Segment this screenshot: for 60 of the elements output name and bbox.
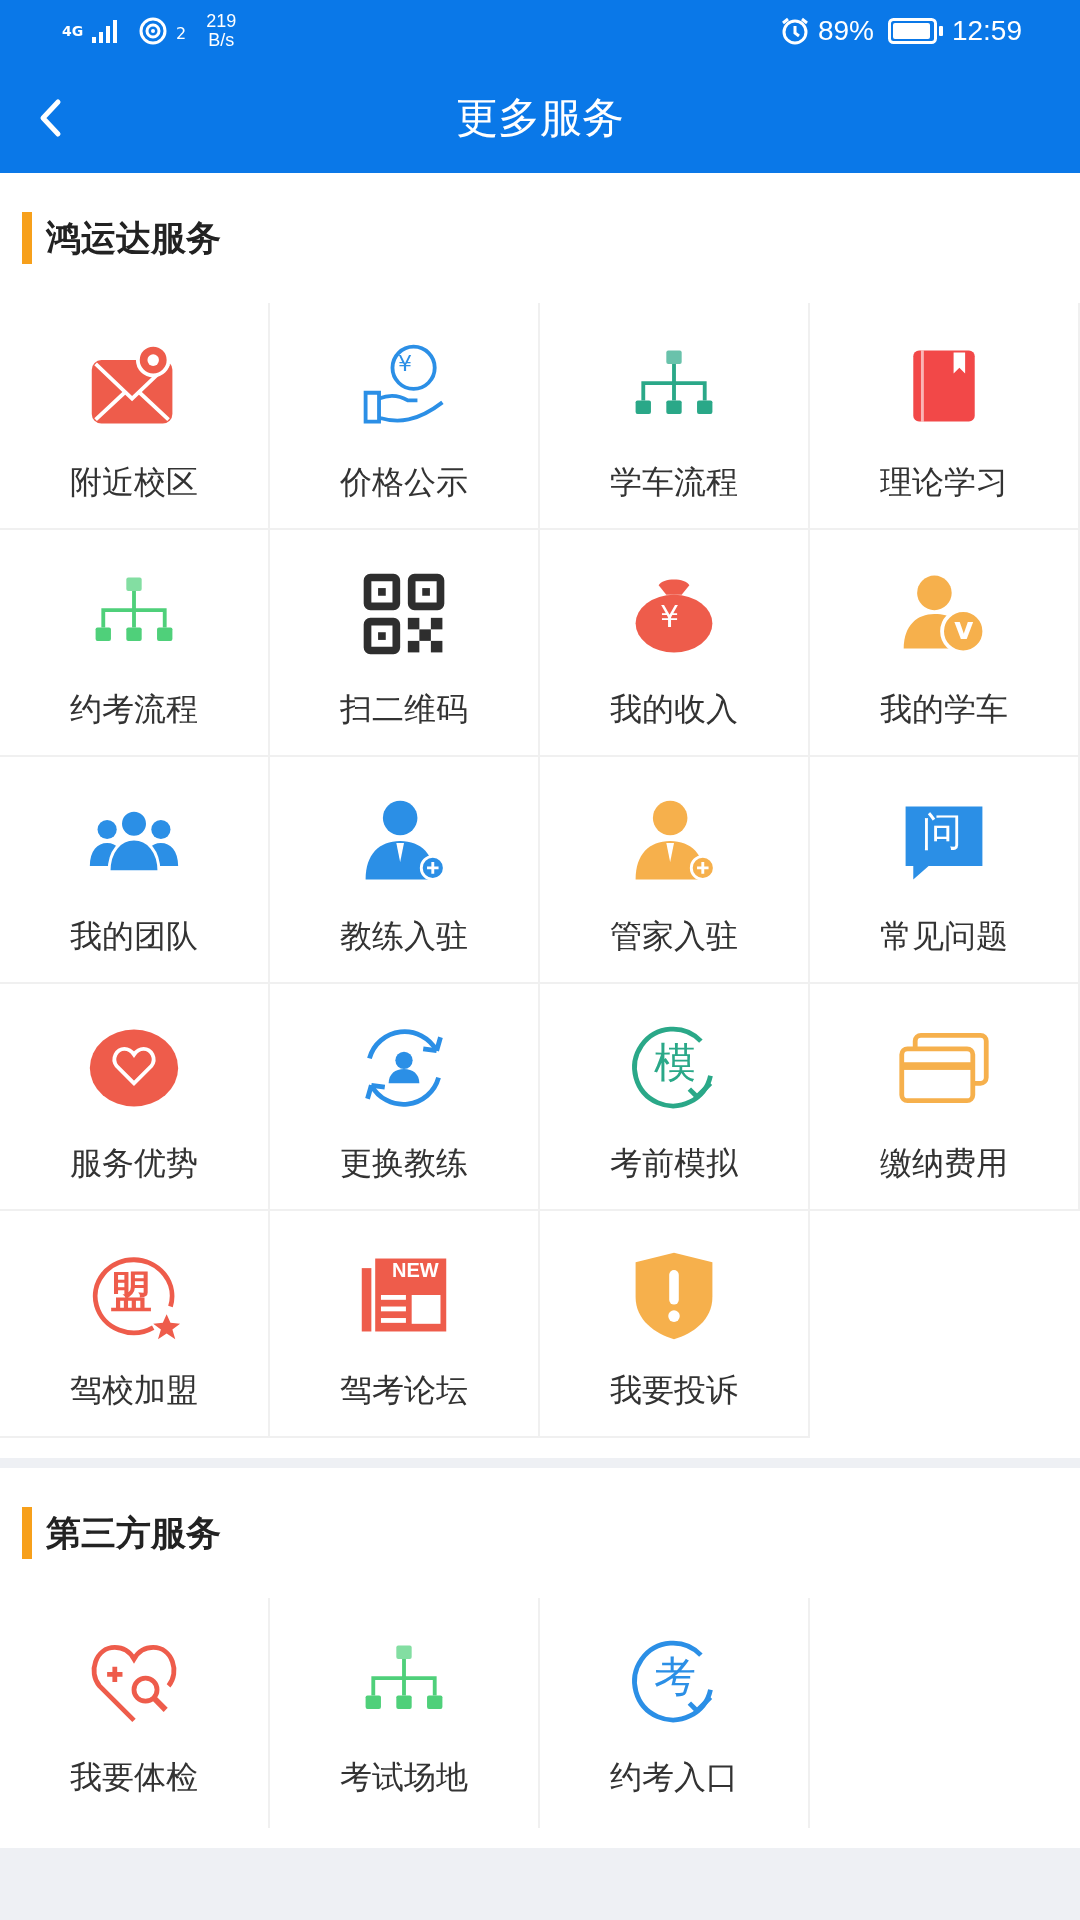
- hotspot-icon: [138, 16, 168, 46]
- network-speed: 219: [206, 12, 237, 31]
- service-item[interactable]: 我要体检: [0, 1598, 270, 1828]
- service-item[interactable]: 教练入驻: [270, 757, 540, 984]
- service-label: 更换教练: [340, 1143, 468, 1184]
- service-item[interactable]: 服务优势: [0, 984, 270, 1211]
- service-item[interactable]: 问 常见问题: [810, 757, 1080, 984]
- service-item[interactable]: 管家入驻: [540, 757, 810, 984]
- service-label: 常见问题: [880, 916, 1008, 957]
- service-item[interactable]: 缴纳费用: [810, 984, 1080, 1211]
- accent-bar: [22, 212, 32, 264]
- service-label: 约考入口: [610, 1757, 738, 1798]
- service-item[interactable]: 我的团队: [0, 757, 270, 984]
- service-label: 理论学习: [880, 462, 1008, 503]
- signal-icon: [90, 19, 120, 43]
- section-title: 第三方服务: [46, 1511, 221, 1555]
- service-label: 缴纳费用: [880, 1143, 1008, 1184]
- service-item[interactable]: ¥ 我的收入: [540, 530, 810, 757]
- service-item[interactable]: 我要投诉: [540, 1211, 810, 1438]
- service-label: 附近校区: [70, 462, 198, 503]
- service-label: 管家入驻: [610, 916, 738, 957]
- service-item[interactable]: ¥ 价格公示: [270, 303, 540, 530]
- accent-bar: [22, 1507, 32, 1559]
- service-label: 我的学车: [880, 689, 1008, 730]
- service-label: 我的收入: [610, 689, 738, 730]
- service-item[interactable]: 模 考前模拟: [540, 984, 810, 1211]
- service-label: 我要体检: [70, 1757, 198, 1798]
- service-item[interactable]: 考 约考入口: [540, 1598, 810, 1828]
- section-title: 鸿运达服务: [46, 216, 221, 260]
- service-label: 扫二维码: [340, 689, 468, 730]
- battery-icon: [887, 18, 944, 44]
- service-item[interactable]: 约考流程: [0, 530, 270, 757]
- alarm-icon: [779, 16, 810, 46]
- service-label: 约考流程: [70, 689, 198, 730]
- service-label: 学车流程: [610, 462, 738, 503]
- service-label: 教练入驻: [340, 916, 468, 957]
- service-item[interactable]: 学车流程: [540, 303, 810, 530]
- service-label: 驾考论坛: [340, 1370, 468, 1411]
- service-label: 价格公示: [340, 462, 468, 503]
- service-item[interactable]: 扫二维码: [270, 530, 540, 757]
- service-label: 我要投诉: [610, 1370, 738, 1411]
- service-item[interactable]: v 我的学车: [810, 530, 1080, 757]
- service-item[interactable]: 盟 驾校加盟: [0, 1211, 270, 1438]
- clock: 12:59: [951, 15, 1022, 47]
- service-label: 服务优势: [70, 1143, 198, 1184]
- service-item[interactable]: 考试场地: [270, 1598, 540, 1828]
- service-label: 驾校加盟: [70, 1370, 198, 1411]
- page-title: 更多服务: [456, 91, 624, 144]
- service-label: 我的团队: [70, 916, 198, 957]
- service-item[interactable]: 理论学习: [810, 303, 1080, 530]
- hotspot-count: 2: [176, 24, 187, 44]
- service-item[interactable]: NEW 驾考论坛: [270, 1211, 540, 1438]
- service-item[interactable]: 更换教练: [270, 984, 540, 1211]
- service-label: 考试场地: [340, 1757, 468, 1798]
- back-icon[interactable]: [38, 98, 62, 138]
- service-label: 考前模拟: [610, 1143, 738, 1184]
- network-type: 4G: [62, 24, 82, 38]
- speed-unit: B/s: [208, 31, 235, 50]
- service-item[interactable]: 附近校区: [0, 303, 270, 530]
- battery-percent: 89%: [817, 15, 874, 47]
